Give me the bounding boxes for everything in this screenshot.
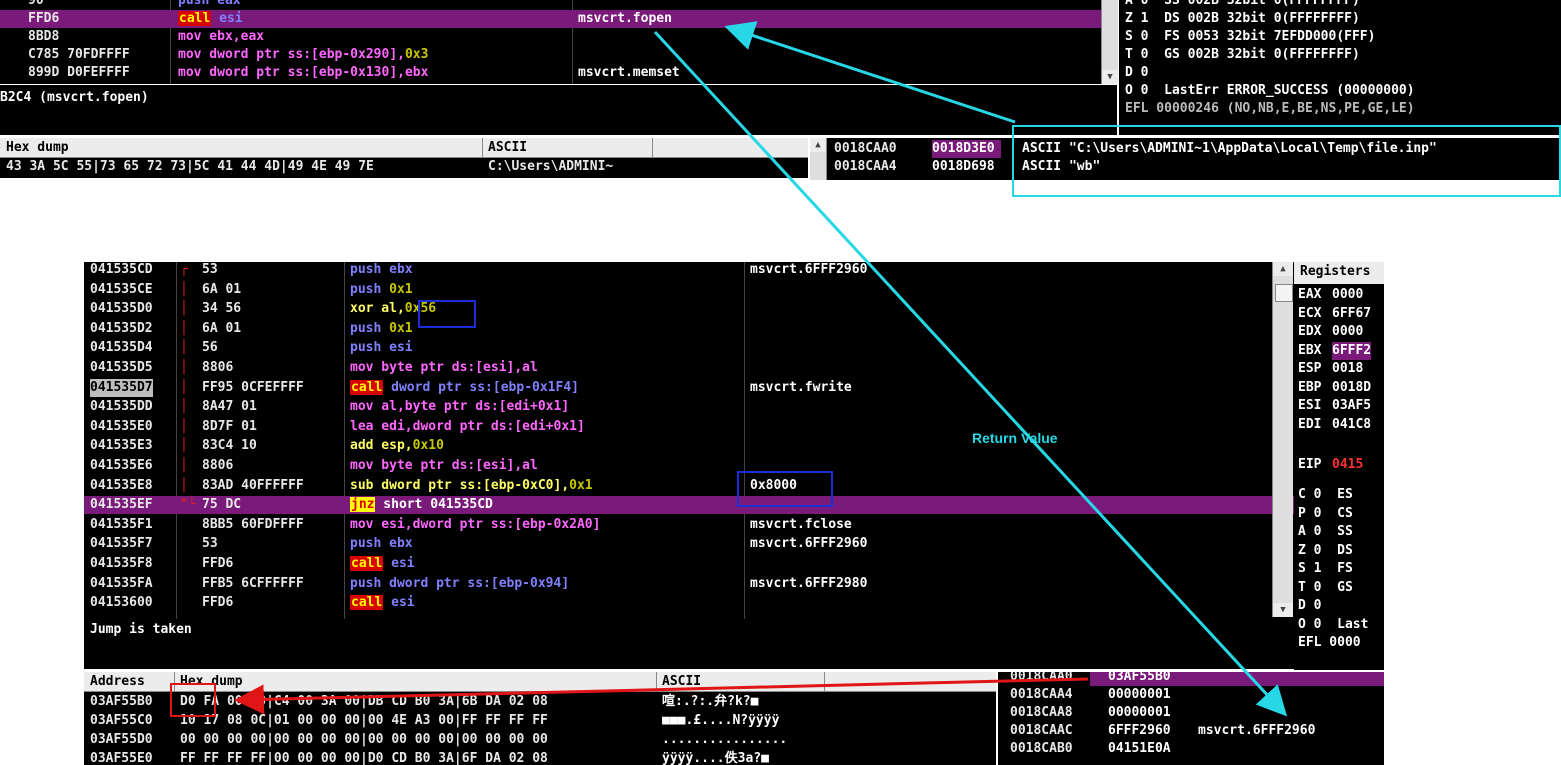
annotation-arrows: [234, 21, 1288, 717]
red-arrow-to-dump: [234, 677, 1089, 715]
cyan-arrow-to-fopen: [724, 21, 1016, 124]
cyan-arrow-to-stack: [653, 30, 1288, 717]
